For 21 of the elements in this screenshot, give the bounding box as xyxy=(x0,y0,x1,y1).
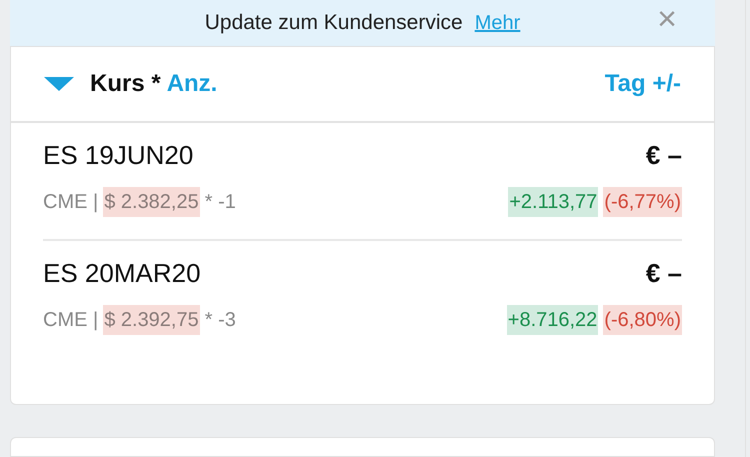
position-value: € – xyxy=(646,138,682,172)
change-value: +2.113,77 xyxy=(508,187,598,217)
price-value: $ 2.392,75 xyxy=(103,305,200,335)
position-name[interactable]: ES 19JUN20 xyxy=(43,136,194,174)
sort-triangle-icon[interactable] xyxy=(44,77,74,91)
change-percent: (-6,80%) xyxy=(603,305,682,335)
change-percent: (-6,77%) xyxy=(603,187,682,217)
exchange-label: CME | xyxy=(43,308,98,333)
close-button[interactable]: × xyxy=(657,2,677,36)
sort-label[interactable]: Kurs * xyxy=(90,66,161,102)
change-value: +8.716,22 xyxy=(506,305,598,335)
position-value: € – xyxy=(646,256,682,290)
banner-text: Update zum Kundenservice xyxy=(204,10,463,36)
exchange-label: CME | xyxy=(43,190,98,215)
position-name[interactable]: ES 20MAR20 xyxy=(43,254,201,292)
more-link[interactable]: Mehr xyxy=(474,8,520,38)
quantity-sort-label[interactable]: Anz. xyxy=(166,66,218,102)
day-change-label[interactable]: Tag +/- xyxy=(604,66,681,102)
quantity-label: * -1 xyxy=(204,190,236,215)
quantity-label: * -3 xyxy=(204,308,236,333)
price-value: $ 2.382,25 xyxy=(103,187,200,217)
